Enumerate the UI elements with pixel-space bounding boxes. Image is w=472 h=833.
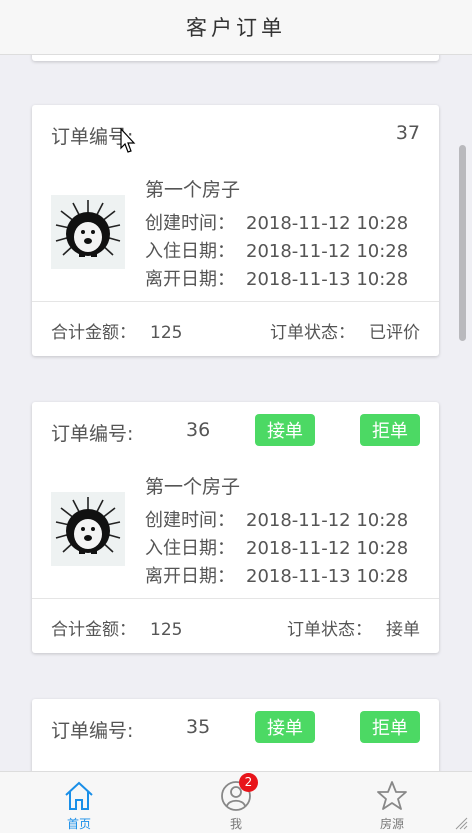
checkout-date: 离开日期： 2018-11-13 10:28 [145,562,408,588]
scrollbar[interactable] [459,145,466,341]
checkin-date-value: 2018-11-12 10:28 [246,241,409,262]
house-name: 第一个房子 [145,476,241,498]
order-card-header: 订单编号: 35 接单 拒单 [32,699,439,757]
order-list[interactable]: 订单编号: 37 第一个房子 创建时间： 2018-11-12 10:28 入住… [0,55,472,771]
checkin-date-label: 入住日期： [145,241,235,262]
hedgehog-thumbnail[interactable] [51,195,125,269]
total-value: 125 [150,620,183,640]
created-time: 创建时间： 2018-11-12 10:28 [145,209,408,235]
tab-home-label: 首页 [66,817,91,831]
status-label: 订单状态： [270,323,355,343]
total-label: 合计金额： [51,620,136,640]
order-total: 合计金额： 125 [51,615,182,640]
order-status: 订单状态： 接单 [287,615,420,640]
bottom-tab-bar: 首页 我 房源 [0,771,472,833]
total-label: 合计金额： [51,323,136,343]
mouse-cursor-icon [120,128,136,153]
checkout-date-value: 2018-11-13 10:28 [246,269,409,290]
created-time-label: 创建时间： [145,510,235,531]
order-card-body[interactable]: 第一个房子 创建时间： 2018-11-12 10:28 入住日期： 2018-11… [32,163,439,301]
tab-me-label: 我 [229,817,242,831]
status-label: 订单状态： [287,620,372,640]
checkin-date-label: 入住日期： [145,538,235,559]
status-value: 接单 [386,620,420,640]
order-card[interactable]: 订单编号: 35 接单 拒单 [32,699,439,771]
home-icon [65,781,93,810]
tab-houses[interactable]: 房源 [332,772,452,833]
accept-order-button[interactable]: 接单 [255,414,315,446]
order-card[interactable]: 订单编号: 36 接单 拒单 第一个房子 创建时间： 2018-11-12 10… [32,402,439,653]
tab-me[interactable]: 我 [176,772,296,833]
house-name: 第一个房子 [145,179,241,201]
created-time: 创建时间： 2018-11-12 10:28 [145,506,408,532]
tab-houses-label: 房源 [379,817,404,831]
checkout-date: 离开日期： 2018-11-13 10:28 [145,265,408,291]
page-title: 客户订单 [186,16,286,40]
order-card-header: 订单编号: 36 接单 拒单 [32,402,439,460]
page-header: 客户订单 [0,0,472,55]
order-card-footer: 合计金额： 125 订单状态： 已评价 [32,301,439,356]
total-value: 125 [150,323,183,343]
created-time-value: 2018-11-12 10:28 [246,213,409,234]
order-number: 37 [395,122,420,144]
tab-home[interactable]: 首页 [19,772,139,833]
order-total: 合计金额： 125 [51,318,182,343]
checkin-date: 入住日期： 2018-11-12 10:28 [145,237,408,263]
order-card-footer: 合计金额： 125 订单状态： 接单 [32,598,439,653]
checkout-date-label: 离开日期： [145,269,235,290]
order-number: 35 [186,716,211,738]
checkin-date: 入住日期： 2018-11-12 10:28 [145,534,408,560]
order-number: 36 [186,419,211,441]
order-number-label: 订单编号: [51,423,134,445]
checkin-date-value: 2018-11-12 10:28 [246,538,409,559]
checkout-date-label: 离开日期： [145,566,235,587]
created-time-label: 创建时间： [145,213,235,234]
order-card-header: 订单编号: 37 [32,105,439,163]
resize-grip-icon[interactable] [452,814,468,830]
order-number-label: 订单编号: [51,720,134,742]
accept-order-button[interactable]: 接单 [255,711,315,743]
status-value: 已评价 [369,323,420,343]
checkout-date-value: 2018-11-13 10:28 [246,566,409,587]
order-card-body[interactable]: 第一个房子 创建时间： 2018-11-12 10:28 入住日期： 2018-11… [32,460,439,598]
created-time-value: 2018-11-12 10:28 [246,510,409,531]
order-status: 订单状态： 已评价 [270,318,420,343]
hedgehog-thumbnail[interactable] [51,492,125,566]
reject-order-button[interactable]: 拒单 [360,414,420,446]
star-icon [377,781,407,810]
order-card[interactable]: 订单编号: 37 第一个房子 创建时间： 2018-11-12 10:28 入住… [32,105,439,356]
reject-order-button[interactable]: 拒单 [360,711,420,743]
notification-badge: 2 [239,773,258,792]
order-card-partial [32,55,439,61]
